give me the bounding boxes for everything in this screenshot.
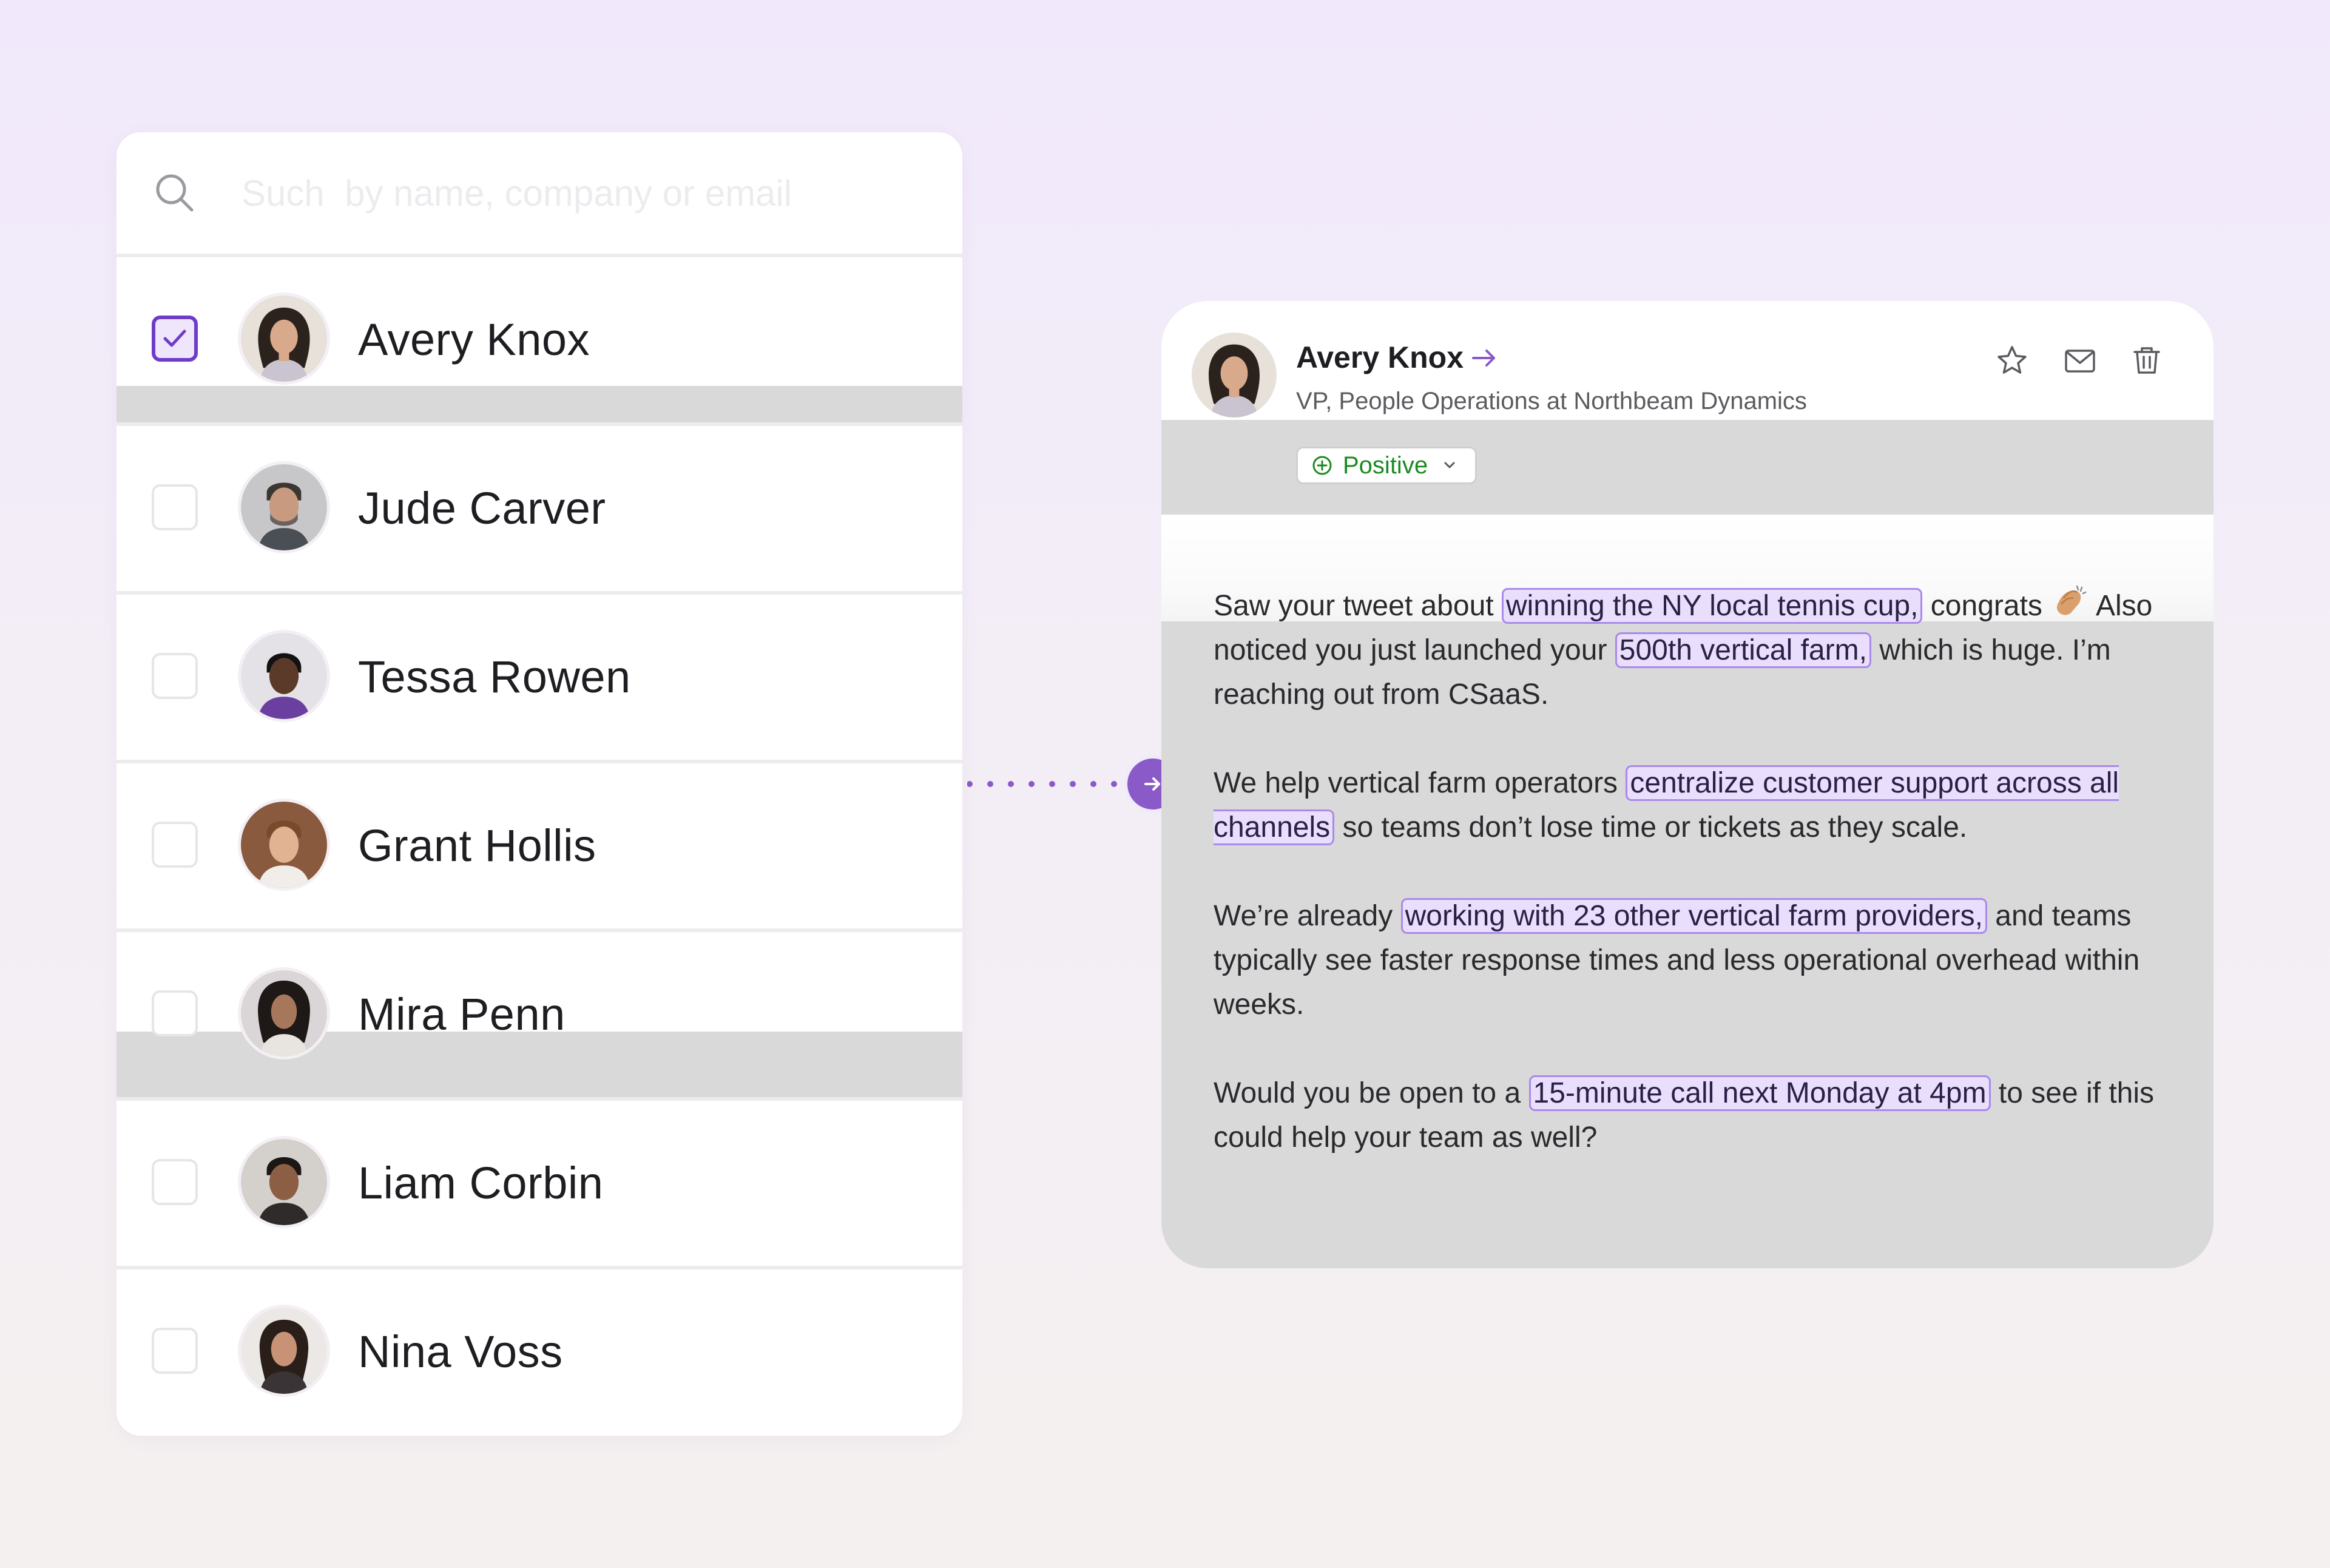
body-text: Saw your tweet about [1214, 590, 1502, 622]
body-text: We help vertical farm operators [1214, 767, 1626, 799]
contact-row[interactable]: Mira Penn [116, 928, 962, 1101]
contact-checkbox[interactable] [152, 990, 198, 1036]
star-icon[interactable] [1995, 343, 2029, 377]
contact-row[interactable]: Jude Carver [116, 422, 962, 587]
contact-checkbox[interactable] [152, 1328, 198, 1374]
chevron-down-icon [1444, 462, 1455, 468]
avatar [238, 967, 330, 1059]
personalization-highlight: 500th vertical farm, [1615, 632, 1871, 668]
arrow-right-icon[interactable] [1470, 343, 1499, 373]
contact-checkbox[interactable] [152, 316, 198, 362]
check-icon [163, 329, 186, 347]
personalization-highlight: working with 23 other vertical farm prov… [1400, 898, 1987, 934]
mail-icon[interactable] [2063, 343, 2097, 377]
search-bar [116, 132, 962, 254]
contact-checkbox[interactable] [152, 1159, 198, 1205]
contact-row[interactable]: Tessa Rowen [116, 591, 962, 756]
contact-name: Grant Hollis [358, 820, 596, 871]
avatar [238, 461, 330, 553]
avatar [238, 799, 330, 891]
contact-name: Nina Voss [358, 1326, 563, 1377]
contact-checkbox[interactable] [152, 653, 198, 699]
body-text: We’re already [1214, 900, 1401, 932]
contact-row[interactable]: Grant Hollis [116, 760, 962, 925]
trash-icon[interactable] [2130, 343, 2164, 377]
contact-checkbox[interactable] [152, 484, 198, 530]
arrow-right-icon [1144, 777, 1160, 791]
avatar [1192, 333, 1277, 417]
row-band [116, 386, 962, 422]
message-paragraph: Saw your tweet about winning the NY loca… [1214, 584, 2172, 717]
recipient-title: VP, People Operations at Northbeam Dynam… [1296, 388, 1807, 414]
contact-name: Liam Corbin [358, 1158, 604, 1208]
body-text: so teams don’t lose time or tickets as t… [1334, 811, 1968, 843]
contact-checkbox[interactable] [152, 822, 198, 868]
body-text: congrats [1922, 590, 2051, 622]
recipient-name: Avery Knox [1296, 340, 1464, 374]
search-icon [156, 174, 194, 212]
personalization-highlight: winning the NY local tennis cup, [1501, 588, 1923, 624]
avatar [238, 1136, 330, 1228]
status-label: Positive [1343, 451, 1428, 479]
avatar [238, 292, 330, 385]
clapping-hands-emoji [2057, 585, 2087, 615]
status-dropdown[interactable]: Positive [1296, 447, 1477, 484]
contact-name: Jude Carver [358, 483, 606, 533]
avatar [238, 630, 330, 722]
message-paragraph: We’re already working with 23 other vert… [1214, 894, 2172, 1027]
app-canvas: Avery Knox Jude Carver Tessa Rowen Grant… [0, 0, 2330, 1568]
plus-circle-icon [1312, 456, 1332, 475]
message-body: Saw your tweet about winning the NY loca… [1214, 584, 2172, 1204]
message-preview-card: Avery Knox VP, People Operations at Nort… [1161, 301, 2214, 1268]
message-paragraph: We help vertical farm operators centrali… [1214, 761, 2172, 850]
contact-row[interactable]: Liam Corbin [116, 1097, 962, 1262]
contact-row[interactable]: Nina Voss [116, 1266, 962, 1431]
search-input[interactable] [240, 171, 910, 215]
contact-list-panel: Avery Knox Jude Carver Tessa Rowen Grant… [116, 132, 962, 1436]
contact-name: Mira Penn [358, 989, 566, 1039]
contact-row[interactable]: Avery Knox [116, 254, 962, 422]
contact-name: Avery Knox [358, 314, 590, 365]
personalization-highlight: 15-minute call next Monday at 4pm [1528, 1075, 1991, 1111]
contact-name: Tessa Rowen [358, 652, 631, 702]
avatar [238, 1305, 330, 1397]
body-text: Would you be open to a [1214, 1077, 1529, 1109]
message-paragraph: Would you be open to a 15-minute call ne… [1214, 1071, 2172, 1160]
